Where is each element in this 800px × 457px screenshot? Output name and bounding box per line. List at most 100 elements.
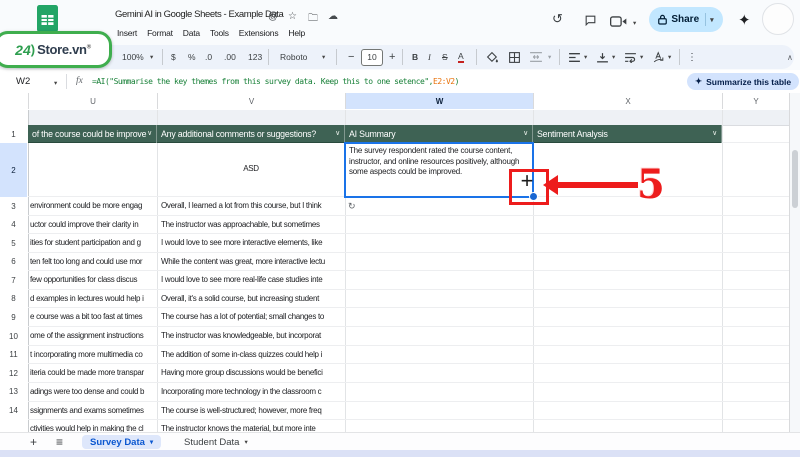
fill-color-icon[interactable]	[486, 45, 499, 69]
strikethrough-button[interactable]: S	[442, 45, 448, 69]
row-6[interactable]: ten felt too long and could use mor Whil…	[28, 253, 789, 271]
camera-caret-icon[interactable]: ▾	[633, 17, 636, 30]
text-rotation-caret-icon[interactable]: ▾	[668, 45, 671, 69]
menu-tools[interactable]: Tools	[210, 28, 229, 38]
comment-icon[interactable]	[584, 14, 597, 27]
column-header-u[interactable]: U	[29, 93, 158, 109]
share-caret-icon[interactable]: ▾	[710, 16, 714, 24]
name-box-caret-icon[interactable]: ▾	[54, 79, 57, 87]
row-number[interactable]: 4	[0, 220, 27, 229]
meet-camera-icon[interactable]	[610, 16, 627, 27]
move-folder-icon[interactable]: 🗀	[308, 11, 318, 28]
name-box[interactable]: W2	[16, 76, 30, 87]
text-color-button[interactable]: A	[458, 45, 464, 69]
header-cell-v1[interactable]: Any additional comments or suggestions? ∨	[157, 125, 345, 143]
selected-cell-w2[interactable]: The survey respondent rated the course c…	[344, 142, 534, 198]
row-9[interactable]: e course was a bit too fast at times The…	[28, 308, 789, 327]
row-number[interactable]: 7	[0, 276, 27, 285]
row-number[interactable]: 11	[0, 350, 27, 359]
row-number[interactable]: 1	[0, 130, 27, 139]
collapse-toolbar-icon[interactable]: ∧	[787, 45, 793, 69]
percent-format-button[interactable]: %	[188, 45, 196, 69]
gemini-sparkle-icon[interactable]: ✦	[738, 11, 751, 29]
row-3[interactable]: environment could be more engag Overall,…	[28, 197, 789, 216]
menu-help[interactable]: Help	[288, 28, 305, 38]
font-caret-icon[interactable]: ▾	[322, 45, 325, 69]
row-number[interactable]: 13	[0, 387, 27, 396]
menu-data[interactable]: Data	[183, 28, 200, 38]
more-formats-button[interactable]: 123	[248, 45, 262, 69]
borders-icon[interactable]	[508, 45, 521, 69]
row-7[interactable]: few opportunities for class discus I wou…	[28, 271, 789, 290]
all-sheets-icon[interactable]: ≡	[56, 435, 63, 449]
row-5[interactable]: ities for student participation and g I …	[28, 234, 789, 253]
horizontal-align-icon[interactable]	[568, 45, 581, 69]
more-toolbar-icon[interactable]: ⋮	[687, 45, 697, 69]
vertical-align-caret-icon[interactable]: ▾	[612, 45, 615, 69]
zoom-select[interactable]: 100%	[122, 45, 144, 69]
zoom-caret-icon[interactable]: ▾	[150, 45, 153, 69]
column-header-y[interactable]: Y	[723, 93, 790, 109]
vertical-align-icon[interactable]	[596, 45, 609, 69]
version-history-icon[interactable]: ↺	[552, 12, 563, 25]
column-header-v[interactable]: V	[158, 93, 346, 109]
row-number[interactable]: 14	[0, 406, 27, 415]
vertical-scrollbar[interactable]	[789, 93, 800, 432]
fill-handle[interactable]	[529, 192, 538, 201]
menu-insert[interactable]: Insert	[117, 28, 137, 38]
row-number[interactable]: 9	[0, 313, 27, 322]
row-number[interactable]: 12	[0, 369, 27, 378]
header-cell-w1[interactable]: AI Summary ∨	[345, 125, 533, 143]
row-14[interactable]: ssignments and exams sometimes The cours…	[28, 402, 789, 420]
star-icon[interactable]: ☆	[288, 11, 297, 22]
row-number[interactable]: 3	[0, 202, 27, 211]
menu-format[interactable]: Format	[147, 28, 173, 38]
labels-icon[interactable]: @	[268, 11, 278, 22]
sheets-logo-icon[interactable]	[37, 5, 58, 32]
row-number[interactable]: 5	[0, 239, 27, 248]
row-15[interactable]: ctivities would help in making the cl Th…	[28, 420, 789, 432]
font-size-input[interactable]: 10	[361, 45, 383, 69]
row-12[interactable]: iteria could be made more transpar Havin…	[28, 364, 789, 383]
header-cell-u1[interactable]: of the course could be improve ∨	[28, 125, 157, 143]
row-8[interactable]: d examples in lectures would help i Over…	[28, 290, 789, 308]
formula-input[interactable]: =AI("Summarise the key themes from this …	[92, 77, 459, 86]
row-number[interactable]: 10	[0, 332, 27, 341]
text-wrap-caret-icon[interactable]: ▾	[640, 45, 643, 69]
merge-cells-icon[interactable]	[529, 45, 543, 69]
row-4[interactable]: uctor could improve their clarity in The…	[28, 216, 789, 234]
decrease-decimals-button[interactable]: .0	[205, 45, 212, 69]
avatar[interactable]	[762, 3, 794, 35]
share-button[interactable]: Share ▾	[649, 7, 723, 32]
bold-button[interactable]: B	[412, 45, 418, 69]
text-wrap-icon[interactable]	[624, 45, 637, 69]
row-13[interactable]: adings were too dense and could b Incorp…	[28, 383, 789, 402]
tab-student-data[interactable]: Student Data ▾	[176, 435, 256, 449]
row-10[interactable]: ome of the assignment instructions The i…	[28, 327, 789, 346]
tab-survey-data[interactable]: Survey Data ▾	[82, 435, 162, 449]
column-header-x[interactable]: X	[534, 93, 723, 109]
doc-title[interactable]: Gemini AI in Google Sheets - Example Dat…	[115, 9, 284, 20]
scrollbar-thumb[interactable]	[792, 150, 798, 208]
header-cell-x1[interactable]: Sentiment Analysis ∨	[533, 125, 722, 143]
menu-extensions[interactable]: Extensions	[239, 28, 279, 38]
row-11[interactable]: t incorporating more multimedia co The a…	[28, 346, 789, 364]
currency-format-button[interactable]: $	[171, 45, 176, 69]
cell-v2[interactable]: ASD	[157, 164, 345, 173]
merge-caret-icon[interactable]: ▾	[548, 45, 551, 69]
horizontal-align-caret-icon[interactable]: ▾	[584, 45, 587, 69]
row-number-selected[interactable]: 2	[0, 143, 27, 197]
increase-decimals-button[interactable]: .00	[224, 45, 236, 69]
text-rotation-icon[interactable]	[652, 45, 665, 69]
summarize-table-button[interactable]: ✦ Summarize this table	[687, 73, 800, 90]
increase-font-size-button[interactable]: +	[389, 45, 395, 69]
decrease-font-size-button[interactable]: −	[348, 45, 354, 69]
add-sheet-icon[interactable]: +	[30, 435, 37, 449]
filter-chevron-icon: ∨	[712, 130, 717, 137]
row-number[interactable]: 6	[0, 257, 27, 266]
font-select[interactable]: Roboto	[280, 45, 307, 69]
italic-button[interactable]: I	[428, 45, 431, 69]
select-all-corner[interactable]	[0, 93, 29, 109]
column-header-w[interactable]: W	[346, 93, 534, 109]
row-number[interactable]: 8	[0, 294, 27, 303]
